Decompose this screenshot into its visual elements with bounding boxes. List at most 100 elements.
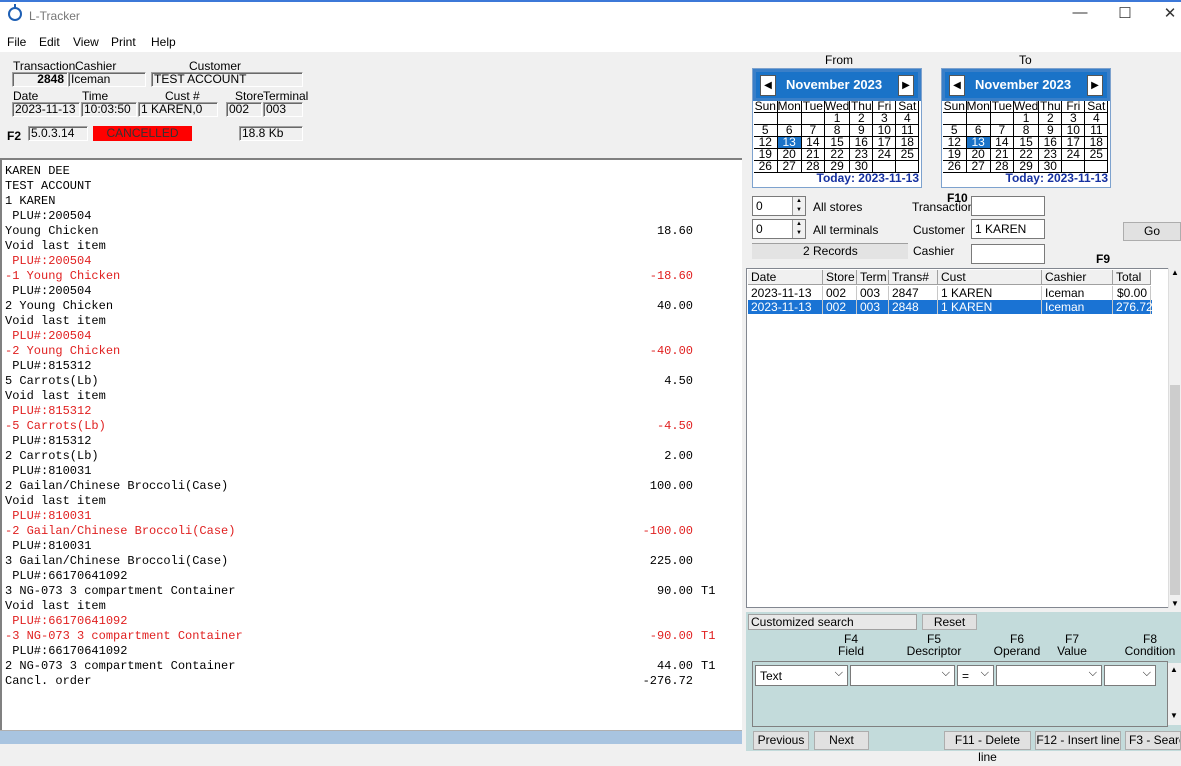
calendar-day[interactable]: 27: [966, 160, 991, 173]
scroll-thumb[interactable]: [1170, 385, 1180, 595]
menu-view[interactable]: View: [73, 35, 99, 49]
search-header-label: Field: [837, 644, 864, 658]
receipt-line-text: PLU#:200504: [5, 209, 92, 223]
calendar-day[interactable]: 25: [1084, 148, 1109, 161]
spin-down-icon[interactable]: ▼: [792, 206, 805, 215]
cell-trans: 2848: [889, 300, 938, 314]
weekday-header: Tue: [801, 99, 825, 113]
receipt-line-amount: 40.00: [656, 299, 693, 313]
spin-down-icon[interactable]: ▼: [792, 229, 805, 238]
receipt-line-text: Void last item: [5, 494, 106, 508]
cell-trans: 2847: [889, 286, 938, 300]
menu-edit[interactable]: Edit: [39, 35, 60, 49]
vertical-scrollbar[interactable]: ▲ ▼: [1168, 268, 1181, 608]
prev-month-icon[interactable]: ◀: [760, 75, 776, 96]
column-header-cust[interactable]: Cust: [938, 270, 1042, 285]
receipt-line-text: 3 Gailan/Chinese Broccoli(Case): [5, 554, 229, 568]
receipt-line-text: TEST ACCOUNT: [5, 179, 92, 193]
horizontal-scrollbar[interactable]: [0, 730, 742, 744]
column-header-term[interactable]: Term: [857, 270, 889, 285]
to-calendar[interactable]: ◀ November 2023 ▶ Sun Mon Tue Wed Thu Fri Sat 1 2 3 4…: [941, 68, 1111, 188]
transaction-label: Transaction: [13, 59, 76, 73]
receipt-line: PLU#:66170641092: [5, 614, 725, 629]
f9-label: F9: [1096, 252, 1111, 266]
stores-spinner[interactable]: 0 ▲ ▼: [752, 196, 806, 216]
column-header-cashier[interactable]: Cashier: [1042, 270, 1113, 285]
menu-help[interactable]: Help: [151, 35, 176, 49]
menu-bar: [0, 32, 1181, 52]
calendar-day[interactable]: 24: [1061, 148, 1086, 161]
go-button[interactable]: Go: [1123, 222, 1181, 241]
next-month-icon[interactable]: ▶: [1087, 75, 1103, 96]
from-today-link[interactable]: Today: 2023-11-13: [817, 171, 920, 185]
results-grid[interactable]: Date Store Term Trans# Cust Cashier Total 2023-…: [746, 268, 1181, 608]
receipt-line-tax: T1: [701, 659, 716, 673]
search-button[interactable]: F3 - Search: [1125, 731, 1181, 750]
receipt-line-text: PLU#:810031: [5, 539, 92, 553]
operand-dropdown[interactable]: = ⌵: [957, 665, 994, 686]
receipt-view[interactable]: KAREN DEE TEST ACCOUNT 1 KAREN PLU#:200504…: [0, 158, 742, 730]
scroll-down-icon[interactable]: ▼: [1170, 711, 1178, 720]
menu-file[interactable]: File: [7, 35, 26, 49]
receipt-line-amount: -276.72: [642, 674, 693, 688]
calendar-day[interactable]: 26: [943, 160, 967, 173]
menu-print[interactable]: Print: [111, 35, 136, 49]
table-row[interactable]: 2023-11-13 002 003 2848 1 KAREN Iceman 276.72: [748, 300, 1153, 314]
value-dropdown[interactable]: ⌵: [996, 665, 1102, 686]
stores-spinner-value: 0: [756, 199, 763, 213]
customer-filter-input[interactable]: 1 KAREN: [971, 219, 1045, 239]
prev-month-icon[interactable]: ◀: [949, 75, 965, 96]
receipt-line-tax: T1: [701, 629, 716, 643]
receipt-line: PLU#:810031: [5, 539, 725, 554]
next-month-icon[interactable]: ▶: [898, 75, 914, 96]
receipt-line-text: PLU#:815312: [5, 404, 92, 418]
store-value: 002: [226, 102, 262, 117]
weekday-header: Sun: [754, 99, 778, 113]
table-row[interactable]: 2023-11-13 002 003 2847 1 KAREN Iceman $0.00: [748, 286, 1152, 300]
insert-line-button[interactable]: F12 - Insert line: [1035, 731, 1121, 750]
receipt-line: 5 Carrots(Lb) 4.50: [5, 374, 725, 389]
search-header-label: Condition: [1124, 644, 1176, 658]
calendar-day[interactable]: 25: [895, 148, 920, 161]
receipt-line-text: PLU#:66170641092: [5, 644, 128, 658]
column-header-total[interactable]: Total: [1113, 270, 1151, 285]
receipt-line: -1 Young Chicken -18.60: [5, 269, 725, 284]
calendar-day[interactable]: 27: [777, 160, 802, 173]
receipt-line: -2 Young Chicken -40.00: [5, 344, 725, 359]
spin-up-icon[interactable]: ▲: [792, 197, 805, 206]
column-header-trans[interactable]: Trans#: [889, 270, 938, 285]
terminals-spinner[interactable]: 0 ▲ ▼: [752, 219, 806, 239]
calendar-day[interactable]: 24: [872, 148, 897, 161]
receipt-line-text: PLU#:815312: [5, 359, 92, 373]
condition-dropdown[interactable]: ⌵: [1104, 665, 1156, 686]
cashier-value: Iceman: [68, 72, 146, 87]
minimize-icon[interactable]: —: [1057, 4, 1103, 21]
scroll-down-icon[interactable]: ▼: [1171, 599, 1179, 608]
descriptor-dropdown[interactable]: ⌵: [850, 665, 955, 686]
next-button[interactable]: Next: [814, 731, 869, 750]
customer-value: TEST ACCOUNT: [151, 72, 303, 87]
records-count: 2 Records: [803, 244, 858, 258]
receipt-line-text: PLU#:200504: [5, 284, 92, 298]
reset-button[interactable]: Reset: [922, 614, 977, 630]
maximize-icon[interactable]: ☐: [1102, 4, 1148, 22]
search-lines-scrollbar[interactable]: ▲ ▼: [1168, 663, 1181, 725]
column-header-date[interactable]: Date: [748, 270, 823, 285]
scroll-up-icon[interactable]: ▲: [1171, 268, 1179, 277]
close-icon[interactable]: ✕: [1147, 4, 1181, 22]
transaction-filter-input[interactable]: [971, 196, 1045, 216]
cashier-filter-input[interactable]: [971, 244, 1045, 264]
column-header-store[interactable]: Store: [823, 270, 857, 285]
receipt-line-text: -2 Gailan/Chinese Broccoli(Case): [5, 524, 236, 538]
spin-up-icon[interactable]: ▲: [792, 220, 805, 229]
calendar-day[interactable]: 26: [754, 160, 778, 173]
delete-line-button[interactable]: F11 - Delete line: [944, 731, 1031, 764]
previous-button[interactable]: Previous: [753, 731, 809, 750]
from-calendar[interactable]: ◀ November 2023 ▶ Sun Mon Tue Wed Thu Fri Sat 1 2 3 4…: [752, 68, 922, 188]
scroll-up-icon[interactable]: ▲: [1170, 665, 1178, 674]
to-today-link[interactable]: Today: 2023-11-13: [1006, 171, 1109, 185]
receipt-line-text: Young Chicken: [5, 224, 99, 238]
receipt-line-text: PLU#:810031: [5, 464, 92, 478]
field-dropdown[interactable]: Text ⌵: [755, 665, 848, 686]
receipt-line-text: -5 Carrots(Lb): [5, 419, 106, 433]
